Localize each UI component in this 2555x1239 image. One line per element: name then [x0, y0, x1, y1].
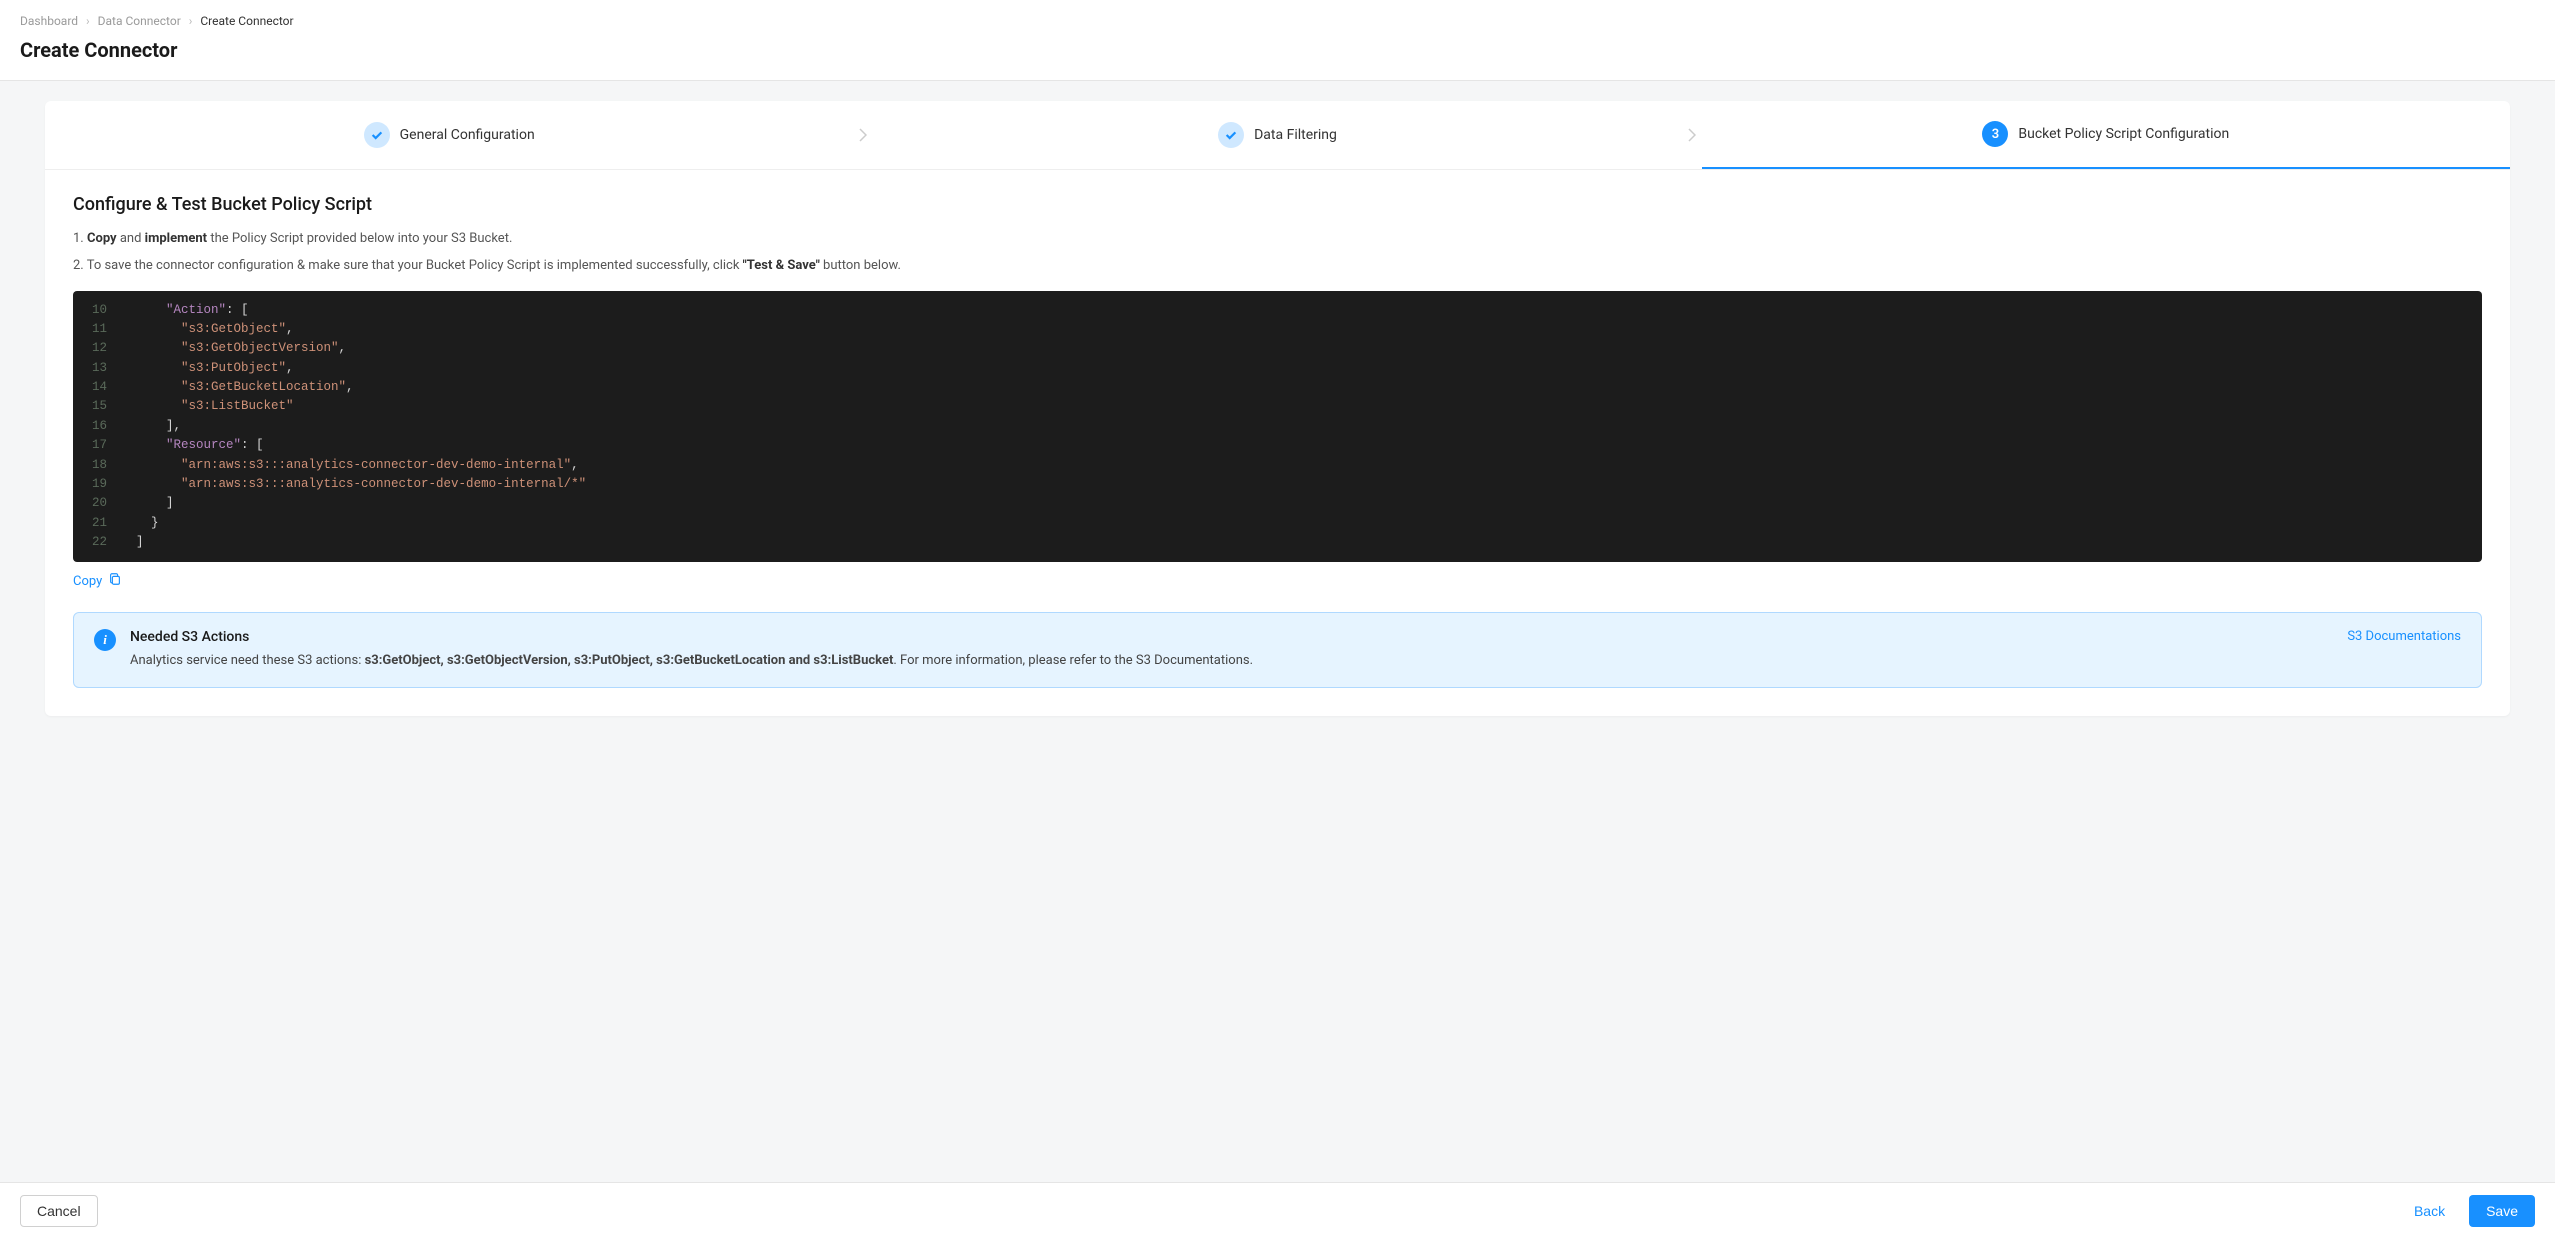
code-block[interactable]: 10 "Action": [11 "s3:GetObject",12 "s3:G…	[73, 291, 2482, 563]
main-card: General Configuration Data Filtering 3 B…	[45, 101, 2510, 716]
text: 1.	[73, 231, 87, 246]
code-line: 12 "s3:GetObjectVersion",	[73, 339, 2482, 358]
line-number: 13	[73, 359, 121, 378]
chevron-right-icon: ›	[86, 14, 90, 28]
s3-docs-link[interactable]: S3 Documentations	[2347, 629, 2461, 644]
instruction-line: 1. Copy and implement the Policy Script …	[73, 229, 2482, 250]
line-number: 15	[73, 397, 121, 416]
code-line: 13 "s3:PutObject",	[73, 359, 2482, 378]
code-text: "s3:GetObject",	[121, 320, 294, 339]
copy-icon	[108, 572, 122, 590]
code-text: "s3:PutObject",	[121, 359, 294, 378]
code-line: 15 "s3:ListBucket"	[73, 397, 2482, 416]
code-text: ]	[121, 494, 174, 513]
text-bold: implement	[145, 231, 207, 246]
text: . For more information, please refer to …	[893, 653, 1253, 668]
code-text: }	[121, 514, 159, 533]
code-line: 14 "s3:GetBucketLocation",	[73, 378, 2482, 397]
code-line: 22 ]	[73, 533, 2482, 552]
info-alert: i Needed S3 Actions Analytics service ne…	[73, 612, 2482, 688]
footer-bar: Cancel Back Save	[0, 1182, 2555, 1239]
line-number: 11	[73, 320, 121, 339]
step-label: Data Filtering	[1254, 127, 1337, 143]
back-button[interactable]: Back	[2398, 1196, 2461, 1226]
copy-label: Copy	[73, 574, 102, 589]
step-label: Bucket Policy Script Configuration	[2018, 126, 2229, 142]
line-number: 12	[73, 339, 121, 358]
line-number: 20	[73, 494, 121, 513]
alert-text: Analytics service need these S3 actions:…	[130, 651, 2333, 671]
text-bold: "Test & Save"	[743, 258, 820, 273]
code-text: "s3:GetObjectVersion",	[121, 339, 346, 358]
info-icon: i	[94, 629, 116, 651]
copy-button[interactable]: Copy	[73, 572, 122, 590]
breadcrumb-item-current: Create Connector	[200, 14, 293, 28]
check-icon	[364, 122, 390, 148]
chevron-right-icon	[1682, 101, 1702, 169]
save-button[interactable]: Save	[2469, 1195, 2535, 1227]
chevron-right-icon: ›	[189, 14, 193, 28]
text: 2. To save the connector configuration &…	[73, 258, 743, 273]
code-text: "arn:aws:s3:::analytics-connector-dev-de…	[121, 475, 586, 494]
line-number: 17	[73, 436, 121, 455]
check-icon	[1218, 122, 1244, 148]
code-text: "Resource": [	[121, 436, 264, 455]
stepper: General Configuration Data Filtering 3 B…	[45, 101, 2510, 170]
section-title: Configure & Test Bucket Policy Script	[73, 194, 2482, 215]
page-title: Create Connector	[20, 38, 2535, 62]
text-bold: Copy	[87, 231, 117, 246]
code-text: "Action": [	[121, 301, 249, 320]
code-text: ]	[121, 533, 144, 552]
code-text: "arn:aws:s3:::analytics-connector-dev-de…	[121, 456, 579, 475]
text: the Policy Script provided below into yo…	[207, 231, 512, 246]
code-line: 21 }	[73, 514, 2482, 533]
line-number: 21	[73, 514, 121, 533]
code-line: 17 "Resource": [	[73, 436, 2482, 455]
breadcrumb-item[interactable]: Data Connector	[98, 14, 181, 28]
text-bold: s3:GetObject, s3:GetObjectVersion, s3:Pu…	[365, 653, 894, 668]
line-number: 14	[73, 378, 121, 397]
breadcrumb: Dashboard › Data Connector › Create Conn…	[20, 14, 2535, 28]
text: and	[117, 231, 145, 246]
line-number: 19	[73, 475, 121, 494]
text: Analytics service need these S3 actions:	[130, 653, 365, 668]
line-number: 18	[73, 456, 121, 475]
alert-title: Needed S3 Actions	[130, 629, 2333, 645]
chevron-right-icon	[853, 101, 873, 169]
cancel-button[interactable]: Cancel	[20, 1195, 98, 1227]
breadcrumb-item[interactable]: Dashboard	[20, 14, 78, 28]
step-bucket-policy[interactable]: 3 Bucket Policy Script Configuration	[1702, 101, 2510, 169]
instruction-line: 2. To save the connector configuration &…	[73, 256, 2482, 277]
step-number-badge: 3	[1982, 121, 2008, 147]
line-number: 22	[73, 533, 121, 552]
line-number: 16	[73, 417, 121, 436]
step-label: General Configuration	[400, 127, 535, 143]
step-general-configuration[interactable]: General Configuration	[45, 101, 853, 169]
code-line: 16 ],	[73, 417, 2482, 436]
code-text: "s3:GetBucketLocation",	[121, 378, 354, 397]
code-line: 10 "Action": [	[73, 301, 2482, 320]
code-line: 20 ]	[73, 494, 2482, 513]
code-text: ],	[121, 417, 181, 436]
code-line: 18 "arn:aws:s3:::analytics-connector-dev…	[73, 456, 2482, 475]
text: button below.	[820, 258, 901, 273]
code-line: 19 "arn:aws:s3:::analytics-connector-dev…	[73, 475, 2482, 494]
code-line: 11 "s3:GetObject",	[73, 320, 2482, 339]
page-header: Dashboard › Data Connector › Create Conn…	[0, 0, 2555, 81]
step-data-filtering[interactable]: Data Filtering	[873, 101, 1681, 169]
code-text: "s3:ListBucket"	[121, 397, 294, 416]
line-number: 10	[73, 301, 121, 320]
